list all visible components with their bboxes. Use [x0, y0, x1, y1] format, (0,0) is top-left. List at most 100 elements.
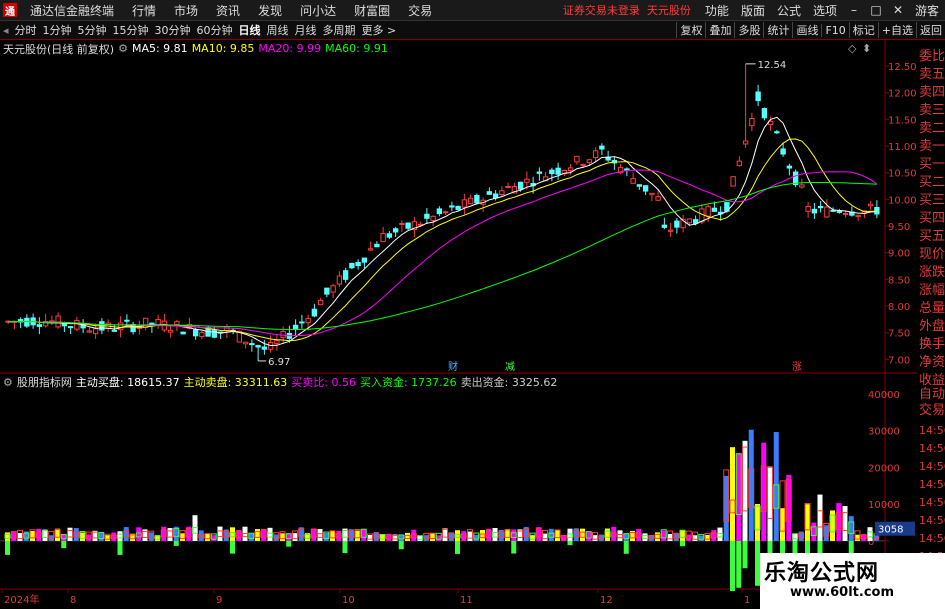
- indicator-bar: [567, 528, 573, 541]
- tab-multi-period[interactable]: 多周期: [320, 22, 359, 38]
- indicator-tick-label: 30000: [868, 427, 900, 438]
- indicator-gear-icon[interactable]: ⚙: [3, 376, 13, 389]
- panel-item-net-asset[interactable]: 净资: [919, 354, 945, 372]
- menu-right-banmian[interactable]: 版面: [735, 2, 771, 19]
- indicator-bar: [248, 533, 254, 541]
- menu-right-gongneng[interactable]: 功能: [699, 2, 735, 19]
- candle-body: [211, 329, 218, 338]
- panel-item-bid5[interactable]: 买五: [919, 228, 945, 246]
- indicator-negative-bar: [623, 540, 629, 554]
- quote-side-panel: 委比 卖五 卖四 卖三 卖二 卖一 买一 买二 买三 买四 买五 现价 涨跌 涨…: [918, 40, 945, 609]
- menu-item-jiaoyi[interactable]: 交易: [399, 2, 441, 19]
- btn-duogu[interactable]: 多股: [734, 22, 763, 38]
- btn-f10[interactable]: F10: [821, 23, 848, 37]
- chart-area[interactable]: 12.50 12.00 11.50 11.00 10.50 10.00 9.50 9.00 8.…: [0, 40, 918, 609]
- indicator-bar: [592, 535, 598, 541]
- btn-huaxian[interactable]: 画线: [792, 22, 821, 38]
- candle-body: [274, 340, 280, 344]
- panel-item-bid1[interactable]: 买一: [919, 156, 945, 174]
- indicator-bar: [323, 532, 329, 541]
- indicator-bar: [336, 530, 342, 541]
- panel-item-weibi[interactable]: 委比: [919, 48, 945, 66]
- btn-biaoji[interactable]: 标记: [848, 22, 878, 38]
- candle-body: [324, 287, 330, 295]
- indicator-negative-bar: [61, 540, 67, 549]
- price-tick-label: 10.00: [888, 195, 917, 206]
- tab-monthly[interactable]: 月线: [292, 22, 320, 38]
- btn-fuquan[interactable]: 复权: [676, 22, 705, 38]
- menu-right-gongshi[interactable]: 公式: [771, 2, 807, 19]
- candle-body: [574, 155, 580, 163]
- indicator-bar: [755, 503, 760, 541]
- panel-item-bid4[interactable]: 买四: [919, 210, 945, 228]
- panel-item-trade[interactable]: 交易: [919, 402, 945, 420]
- app-title: 通达信金融终端: [30, 3, 115, 18]
- settings-gear-icon[interactable]: ⚙: [118, 42, 128, 55]
- panel-item-ask4[interactable]: 卖四: [919, 84, 945, 102]
- panel-item-bid2[interactable]: 买二: [919, 174, 945, 192]
- menu-item-shichang[interactable]: 市场: [165, 2, 207, 19]
- menu-item-zixun[interactable]: 资讯: [207, 2, 249, 19]
- close-icon[interactable]: ✕: [887, 3, 909, 17]
- price-tick-label: 11.00: [888, 142, 917, 153]
- indicator-bar: [261, 528, 267, 541]
- restore-icon[interactable]: □: [865, 3, 887, 17]
- candle-body: [367, 248, 374, 251]
- panel-time: 14:56: [919, 478, 945, 491]
- panel-time: 14:56: [919, 460, 945, 473]
- candle-body: [424, 213, 430, 219]
- candle-body: [524, 178, 530, 183]
- tab-60min[interactable]: 60分钟: [194, 22, 236, 38]
- panel-item-turnover[interactable]: 换手: [919, 336, 945, 354]
- candle-body: [86, 330, 93, 333]
- indicator-bar: [780, 508, 785, 541]
- indicator-negative-bar: [511, 540, 517, 554]
- panel-time: 14:56: [919, 514, 945, 527]
- active-sell-label: 主动卖盘: 33311.63: [183, 376, 288, 389]
- panel-item-ask5[interactable]: 卖五: [919, 66, 945, 84]
- panel-item-change[interactable]: 涨跌: [919, 264, 945, 282]
- menu-item-wenxiaoda[interactable]: 问小达: [291, 2, 345, 19]
- candle-body: [261, 346, 268, 350]
- panel-item-ask3[interactable]: 卖三: [919, 102, 945, 120]
- panel-item-outer[interactable]: 外盘: [919, 318, 945, 336]
- minimize-icon[interactable]: –: [843, 3, 865, 17]
- candle-body: [467, 197, 474, 205]
- tab-weekly[interactable]: 周线: [264, 22, 292, 38]
- tab-5min[interactable]: 5分钟: [75, 22, 110, 38]
- tab-1min[interactable]: 1分钟: [40, 22, 75, 38]
- login-warning[interactable]: 证券交易未登录 天元股份: [563, 2, 691, 18]
- candle-body: [192, 329, 199, 337]
- candle-body: [155, 319, 161, 326]
- user-label[interactable]: 游客: [909, 2, 945, 19]
- panel-item-volume[interactable]: 总量: [919, 300, 945, 318]
- candle-body: [586, 159, 593, 164]
- toolbar-arrow-icon[interactable]: ◂: [0, 24, 12, 37]
- panel-item-change-pct[interactable]: 涨幅: [919, 282, 945, 300]
- tab-15min[interactable]: 15分钟: [110, 22, 152, 38]
- candle-body: [742, 140, 749, 145]
- candle-body: [649, 192, 655, 196]
- menu-right-xuanxiang[interactable]: 选项: [807, 2, 843, 19]
- panel-item-ask1[interactable]: 卖一: [919, 138, 945, 156]
- btn-diejia[interactable]: 叠加: [705, 22, 734, 38]
- btn-back[interactable]: 返回: [916, 22, 945, 38]
- low-price-label: 6.97: [268, 357, 290, 368]
- menu-item-caifuquan[interactable]: 财富圈: [345, 2, 399, 19]
- panel-item-price[interactable]: 现价: [919, 246, 945, 264]
- tab-30min[interactable]: 30分钟: [152, 22, 194, 38]
- x-tick-label: 1: [744, 595, 750, 606]
- indicator-bar: [561, 535, 567, 541]
- btn-tongji[interactable]: 统计: [763, 22, 792, 38]
- menu-item-hangqing[interactable]: 行情: [123, 2, 165, 19]
- panel-item-ask2[interactable]: 卖二: [919, 120, 945, 138]
- tab-fenshi[interactable]: 分时: [12, 22, 40, 38]
- indicator-negative-bar: [736, 540, 742, 588]
- tab-daily[interactable]: 日线: [236, 22, 264, 38]
- tab-more[interactable]: 更多 >: [359, 22, 400, 38]
- indicator-bar: [411, 529, 417, 541]
- btn-add-favorite[interactable]: +自选: [877, 22, 916, 38]
- indicator-bar: [792, 533, 798, 541]
- menu-item-faxian[interactable]: 发现: [249, 2, 291, 19]
- panel-item-bid3[interactable]: 买三: [919, 192, 945, 210]
